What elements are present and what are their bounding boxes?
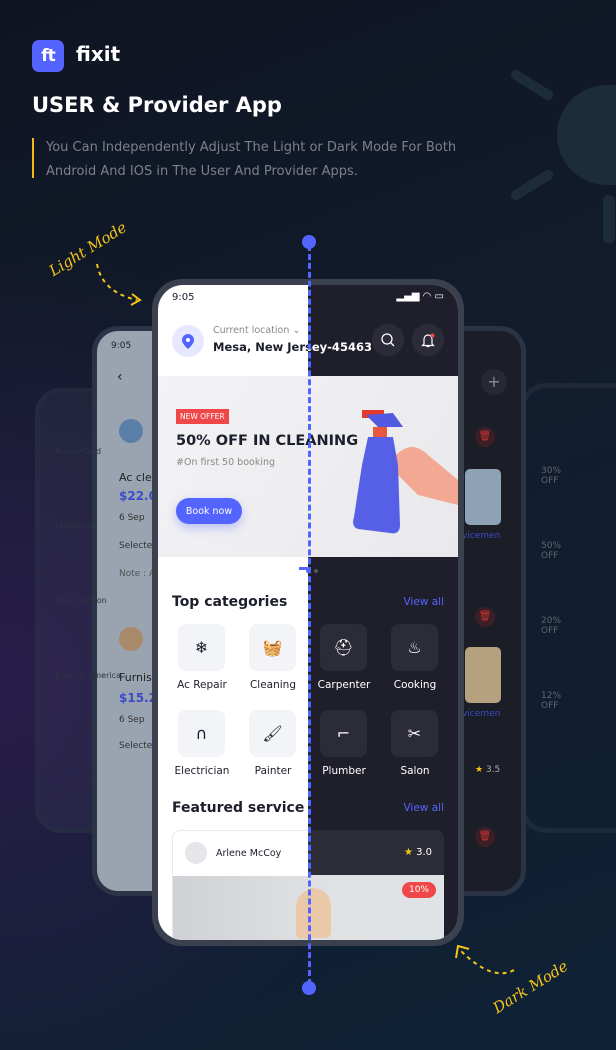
card-name: Louis Vuitton	[55, 596, 107, 605]
avatar	[119, 627, 143, 651]
worker-helmet-icon: ⛑	[333, 638, 354, 657]
new-offer-badge: NEW OFFER	[176, 409, 229, 424]
eyebrow-icon: ✂	[407, 724, 422, 743]
carousel-dot[interactable]	[314, 569, 318, 573]
category-electrician[interactable]: ∩	[178, 710, 225, 757]
category-ac-repair[interactable]: ❄	[178, 624, 225, 671]
offer-label: 20% OFF	[541, 616, 562, 636]
accent-bar	[32, 138, 34, 178]
back-arrow-icon[interactable]: ‹	[117, 369, 123, 385]
featured-service-title: Featured service	[172, 800, 305, 816]
location-label: Current location	[213, 325, 290, 336]
category-painter[interactable]: 🖌	[249, 710, 296, 757]
sun-ray	[603, 195, 615, 243]
discount-badge: 10%	[401, 882, 436, 898]
split-marker	[299, 567, 311, 570]
search-icon	[381, 333, 395, 347]
book-now-button[interactable]: Book now	[176, 498, 242, 524]
category-label: Salon	[400, 765, 430, 777]
booking-date: 6 Sep	[119, 513, 145, 523]
category-salon[interactable]: ✂	[391, 710, 438, 757]
category-plumber[interactable]: ⌐	[320, 710, 367, 757]
service-image	[465, 647, 501, 703]
delete-icon[interactable]: 🗑	[475, 827, 495, 847]
category-label: Cleaning	[249, 679, 297, 691]
curved-arrow-icon	[455, 944, 515, 975]
paint-roller-icon: 🖌	[262, 724, 283, 743]
mode-split-line[interactable]	[308, 245, 311, 985]
magnet-icon: ∩	[195, 724, 208, 743]
back-phone-offers: 30% OFF 50% OFF 20% OFF 12% OFF	[520, 383, 616, 833]
brand-name: fixit	[76, 42, 121, 66]
split-handle-bottom[interactable]	[302, 981, 316, 995]
avatar	[119, 419, 143, 443]
offer-label: 50% OFF	[541, 541, 562, 561]
rating: ★ 3.5	[475, 765, 501, 775]
search-button[interactable]	[372, 324, 404, 356]
description: You Can Independently Adjust The Light o…	[46, 140, 457, 179]
category-cleaning[interactable]: 🧺	[249, 624, 296, 671]
delete-icon[interactable]: 🗑	[475, 607, 495, 627]
location-pin-icon	[172, 325, 204, 357]
split-handle-top[interactable]	[302, 235, 316, 249]
service-image	[465, 469, 501, 525]
category-label: Painter	[254, 765, 292, 777]
avatar	[185, 842, 207, 864]
top-categories-title: Top categories	[172, 594, 288, 610]
current-location-dropdown[interactable]: Current location ⌄	[213, 325, 300, 336]
card-name: Bank of America	[55, 671, 121, 680]
cleaning-bucket-icon: 🧺	[262, 638, 283, 657]
view-all-featured-link[interactable]: View all	[403, 802, 444, 814]
offer-subtitle: #On first 50 booking	[176, 457, 276, 468]
curved-arrow-icon	[96, 263, 142, 306]
bell-icon	[421, 333, 435, 347]
sun-ray	[508, 168, 556, 202]
delete-icon[interactable]: 🗑	[475, 427, 495, 447]
status-time: 9:05	[172, 292, 195, 303]
offer-label: 30% OFF	[541, 466, 562, 486]
booking-date: 6 Sep	[119, 715, 145, 725]
headline: USER & Provider App	[32, 93, 282, 117]
air-conditioner-icon: ❄	[194, 638, 209, 657]
rating: ★ 3.0	[403, 847, 432, 858]
sun-icon	[557, 85, 616, 185]
card-name: MasterCard	[55, 447, 102, 456]
pipe-icon: ⌐	[336, 724, 351, 743]
category-label: Carpenter	[317, 679, 371, 691]
category-label: Plumber	[322, 765, 366, 777]
card-name: Facebook	[55, 521, 93, 530]
star-icon: ★	[403, 847, 413, 858]
category-label: Electrician	[174, 765, 230, 777]
grill-icon: ♨	[407, 638, 422, 657]
category-label: Ac Repair	[177, 679, 227, 691]
view-all-categories-link[interactable]: View all	[403, 596, 444, 608]
spray-bottle-image	[353, 410, 458, 534]
status-time: 9:05	[111, 341, 132, 351]
add-icon[interactable]: +	[481, 369, 507, 395]
provider-name: Arlene McCoy	[216, 848, 282, 859]
status-icons: ▂▄▆ ◠ ▭	[396, 291, 444, 302]
category-carpenter[interactable]: ⛑	[320, 624, 367, 671]
fixit-logo: ft	[32, 40, 64, 72]
category-label: Cooking	[393, 679, 437, 691]
offer-label: 12% OFF	[541, 691, 562, 711]
sun-ray	[508, 68, 556, 102]
notification-button[interactable]	[412, 324, 444, 356]
chevron-down-icon: ⌄	[292, 325, 301, 336]
category-cooking[interactable]: ♨	[391, 624, 438, 671]
